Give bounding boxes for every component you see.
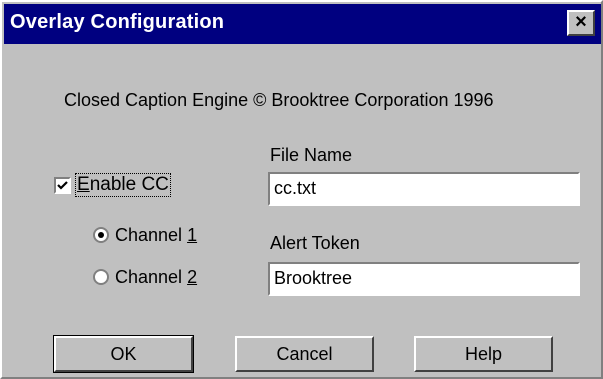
close-button[interactable]: × bbox=[567, 10, 595, 36]
title-bar: Overlay Configuration × bbox=[4, 4, 601, 44]
enable-cc-checkbox-row[interactable]: Enable CC bbox=[54, 173, 171, 197]
ok-button[interactable]: OK bbox=[53, 335, 194, 373]
channel-1-radio[interactable] bbox=[93, 227, 109, 243]
help-button[interactable]: Help bbox=[414, 336, 553, 372]
overlay-configuration-dialog: Overlay Configuration × Closed Caption E… bbox=[0, 0, 603, 379]
file-name-input[interactable]: cc.txt bbox=[268, 172, 580, 206]
alert-token-label: Alert Token bbox=[270, 233, 360, 253]
alert-token-input[interactable]: Brooktree bbox=[268, 262, 580, 296]
enable-cc-label: Enable CC bbox=[75, 173, 171, 197]
enable-cc-checkbox[interactable] bbox=[54, 176, 71, 194]
channel-1-label: Channel 1 bbox=[115, 224, 198, 245]
caption-text: Closed Caption Engine © Brooktree Corpor… bbox=[64, 90, 494, 110]
channel-2-label: Channel 2 bbox=[115, 266, 198, 287]
channel-2-radio-row[interactable]: Channel 2 bbox=[93, 266, 197, 288]
cancel-button[interactable]: Cancel bbox=[235, 336, 374, 372]
checkmark-icon bbox=[57, 180, 68, 190]
radio-selected-dot bbox=[98, 232, 104, 238]
close-icon: × bbox=[575, 11, 587, 33]
channel-1-radio-row[interactable]: Channel 1 bbox=[93, 224, 197, 246]
channel-2-radio[interactable] bbox=[93, 269, 109, 285]
window-title: Overlay Configuration bbox=[10, 11, 225, 33]
file-name-label: File Name bbox=[270, 145, 353, 165]
